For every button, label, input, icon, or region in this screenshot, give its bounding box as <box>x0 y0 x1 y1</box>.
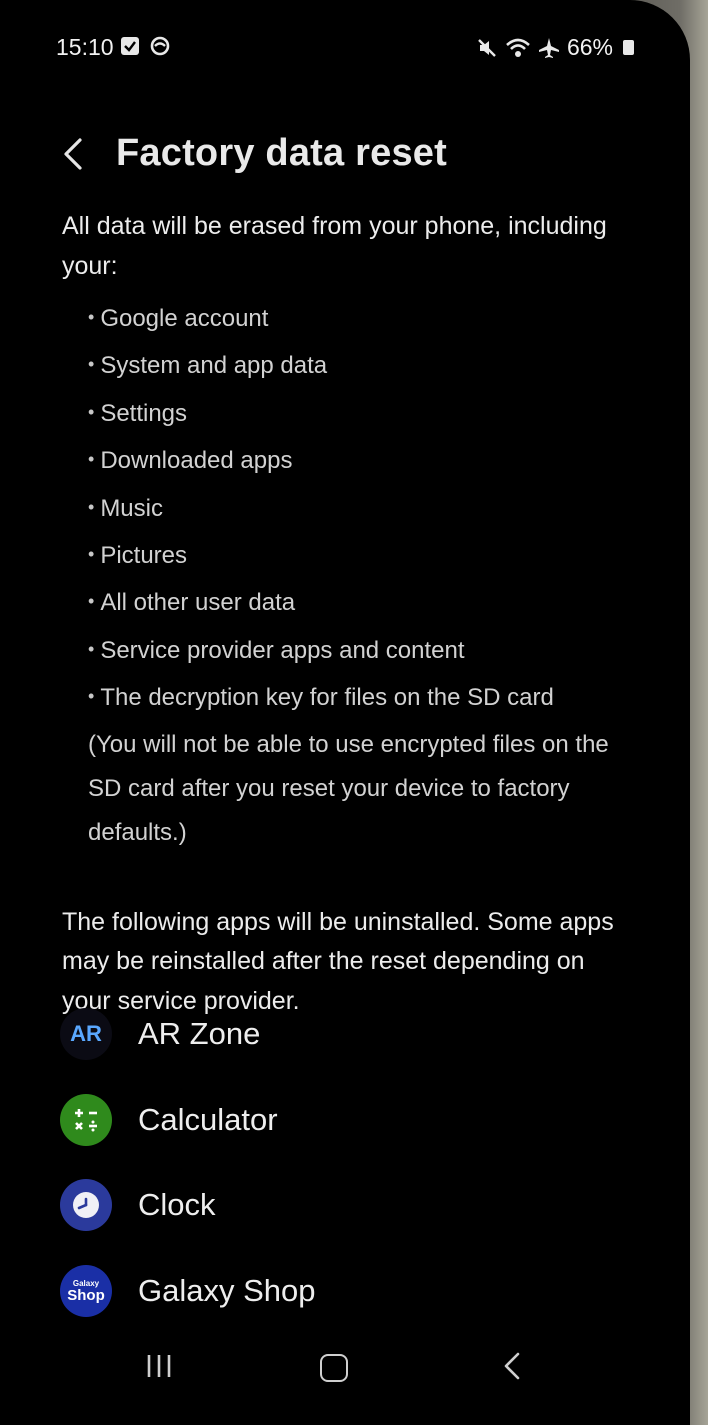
phone-screen: 15:10 66% Factory data reset All data wi… <box>0 0 690 1425</box>
ar-zone-icon: AR <box>60 1008 112 1060</box>
app-name: Calculator <box>138 1101 278 1137</box>
clock-icon <box>60 1179 112 1231</box>
airplane-icon <box>538 37 559 58</box>
app-row-ar-zone: AR AR Zone <box>60 1008 660 1094</box>
back-button[interactable] <box>56 130 96 178</box>
app-name: Galaxy Shop <box>138 1272 316 1308</box>
list-item: • System and app data <box>88 352 328 380</box>
status-left-icons <box>120 36 170 56</box>
list-item: • Downloaded apps <box>88 447 293 475</box>
navigation-bar <box>0 1330 690 1400</box>
app-row-calculator: Calculator <box>60 1093 660 1180</box>
messenger-icon <box>150 36 170 56</box>
home-icon[interactable] <box>320 1354 348 1382</box>
app-name: Clock <box>138 1187 216 1222</box>
app-name: AR Zone <box>138 1016 261 1051</box>
battery-percent: 66% <box>566 34 613 60</box>
status-right-icons: 66% <box>476 34 634 61</box>
list-item: • Settings <box>88 399 188 427</box>
page-title: Factory data reset <box>116 132 447 174</box>
app-header: Factory data reset <box>0 128 690 184</box>
galaxy-shop-icon: Galaxy Shop <box>60 1264 112 1317</box>
list-item: • Pictures <box>88 542 188 570</box>
back-icon[interactable] <box>498 1350 526 1382</box>
mute-icon <box>478 38 496 57</box>
calculator-icon <box>60 1093 112 1146</box>
sd-card-note: (You will not be able to use encrypted f… <box>88 730 609 846</box>
reset-info: All data will be erased from your phone,… <box>62 206 662 1021</box>
battery-icon <box>623 40 634 55</box>
list-item: • Google account <box>88 305 269 332</box>
status-bar: 15:10 66% <box>0 30 690 66</box>
list-item: • All other user data <box>88 589 296 617</box>
wifi-icon <box>506 38 530 57</box>
list-item: • Music <box>88 494 163 522</box>
uninstall-app-list: AR AR Zone Calculator Clock Galaxy Shop … <box>60 1008 660 1350</box>
notification-check-icon <box>121 37 139 55</box>
status-time: 15:10 <box>56 34 114 60</box>
recents-icon[interactable] <box>144 1352 174 1380</box>
app-row-clock: Clock <box>60 1179 660 1265</box>
chevron-left-icon <box>64 138 82 170</box>
intro-text: All data will be erased from your phone,… <box>62 212 607 280</box>
erased-data-list: • Google account • System and app data • Se… <box>62 296 662 723</box>
list-item: • The decryption key for files on the SD … <box>88 684 554 712</box>
apps-intro-text: The following apps will be uninstalled. … <box>62 907 614 1015</box>
list-item: • Service provider apps and content <box>88 636 465 664</box>
